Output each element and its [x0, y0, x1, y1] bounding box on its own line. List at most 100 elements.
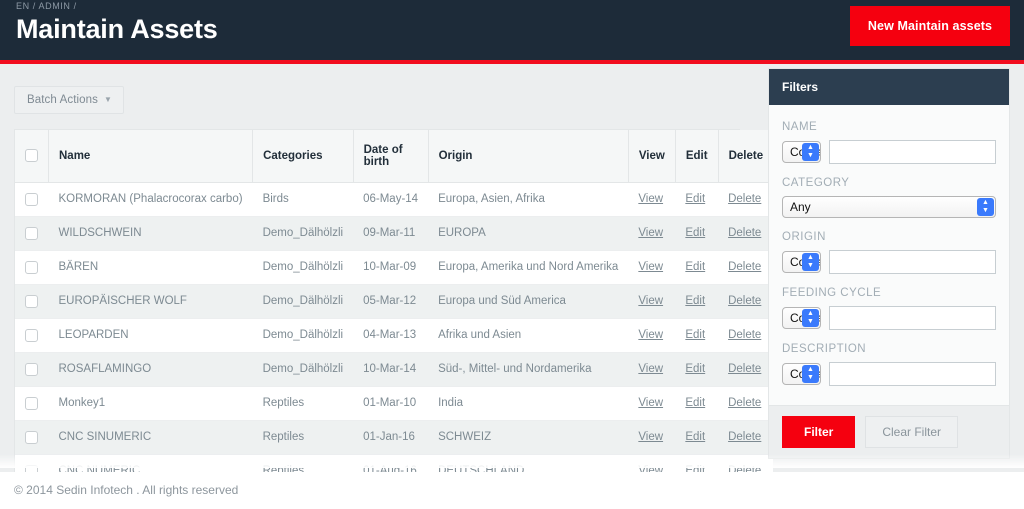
view-link[interactable]: View [638, 261, 663, 273]
delete-link[interactable]: Delete [728, 397, 761, 409]
filter-value-input-feeding-cycle[interactable] [829, 306, 996, 330]
view-link[interactable]: View [638, 329, 663, 341]
cell-edit: Edit [675, 250, 719, 285]
delete-link[interactable]: Delete [728, 329, 761, 341]
delete-link[interactable]: Delete [728, 261, 761, 273]
column-date-of-birth[interactable]: Date of birth [353, 130, 429, 183]
row-checkbox[interactable] [25, 328, 38, 342]
delete-link[interactable]: Delete [728, 431, 761, 443]
row-checkbox[interactable] [25, 430, 38, 444]
table-row: KORMORAN (Phalacrocorax carbo) Birds 06-Ma… [15, 182, 774, 217]
column-view: View [628, 130, 676, 183]
row-checkbox[interactable] [25, 362, 38, 376]
row-checkbox[interactable] [25, 294, 38, 308]
filters-panel: Filters NAME Contains▲▼ CATEGORY Any▲▼ ORIGI… [768, 68, 1010, 459]
edit-link[interactable]: Edit [685, 295, 705, 307]
view-link[interactable]: View [638, 295, 663, 307]
page-header: EN / ADMIN / Maintain Assets New Maintai… [0, 0, 1024, 64]
delete-link[interactable]: Delete [728, 295, 761, 307]
cell-delete: Delete [718, 250, 774, 285]
filters-body: NAME Contains▲▼ CATEGORY Any▲▼ ORIGIN Contain… [769, 105, 1009, 405]
column-select-all [15, 130, 49, 183]
view-link[interactable]: View [638, 227, 663, 239]
table-row: LEOPARDEN Demo_Dälhölzli 04-Mar-13 Afrika u… [15, 318, 774, 353]
cell-date-of-birth: 04-Mar-13 [353, 318, 429, 353]
filter-value-input-description[interactable] [829, 362, 996, 386]
cell-delete: Delete [718, 420, 774, 455]
cell-category: Demo_Dälhölzli [252, 250, 354, 285]
column-origin[interactable]: Origin [428, 130, 629, 183]
cell-edit: Edit [675, 284, 719, 319]
edit-link[interactable]: Edit [685, 397, 705, 409]
filter-value-input-origin[interactable] [829, 250, 996, 274]
view-link[interactable]: View [638, 397, 663, 409]
cell-origin: Europa, Asien, Afrika [428, 182, 629, 217]
filter-value-input-name[interactable] [829, 140, 996, 164]
table-row: EUROPÄISCHER WOLF Demo_Dälhölzli 05-Mar-12… [15, 284, 774, 319]
row-checkbox[interactable] [25, 396, 38, 410]
cell-date-of-birth: 10-Mar-14 [353, 352, 429, 387]
column-categories[interactable]: Categories [252, 130, 354, 183]
cell-category: Demo_Dälhölzli [252, 352, 354, 387]
select-all-checkbox[interactable] [25, 149, 38, 163]
filter-operator-select-origin[interactable]: Contains▲▼ [782, 251, 821, 273]
cell-name: ROSAFLAMINGO [48, 352, 253, 387]
new-maintain-assets-button[interactable]: New Maintain assets [850, 6, 1010, 46]
column-name[interactable]: Name [48, 130, 254, 183]
edit-link[interactable]: Edit [685, 363, 705, 375]
cell-view: View [628, 318, 676, 353]
page-title: Maintain Assets [16, 14, 218, 44]
row-checkbox[interactable] [25, 226, 38, 240]
cell-date-of-birth: 05-Mar-12 [353, 284, 429, 319]
filter-operator-select-description[interactable]: Contains▲▼ [782, 363, 821, 385]
cell-view: View [628, 182, 676, 217]
cell-edit: Edit [675, 216, 719, 251]
filter-label-category: CATEGORY [782, 177, 850, 189]
cell-view: View [628, 250, 676, 285]
filter-operator-select-feeding-cycle[interactable]: Contains▲▼ [782, 307, 821, 329]
delete-link[interactable]: Delete [728, 193, 761, 205]
view-link[interactable]: View [638, 363, 663, 375]
view-link[interactable]: View [638, 431, 663, 443]
table-row: ROSAFLAMINGO Demo_Dälhölzli 10-Mar-14 Süd-,… [15, 352, 774, 387]
delete-link[interactable]: Delete [728, 363, 761, 375]
filters-title: Filters [769, 69, 1009, 105]
edit-link[interactable]: Edit [685, 227, 705, 239]
chevron-down-icon: ▼ [103, 95, 113, 105]
cell-edit: Edit [675, 182, 719, 217]
filter-row-name: Contains▲▼ [782, 140, 996, 164]
main-content: Batch Actions ▼ Name Categories Date of b… [0, 64, 1024, 505]
filter-operator-select-category[interactable]: Any ▲ ▼ [782, 196, 996, 218]
row-checkbox[interactable] [25, 192, 38, 206]
apply-filter-button[interactable]: Filter [782, 416, 856, 448]
cell-delete: Delete [718, 216, 774, 251]
row-checkbox-cell [15, 352, 49, 387]
batch-actions-label: Batch Actions [27, 94, 98, 106]
edit-link[interactable]: Edit [685, 193, 705, 205]
cell-name: BÄREN [48, 250, 253, 285]
delete-link[interactable]: Delete [728, 227, 761, 239]
filters-actions: Filter Clear Filter [769, 405, 1009, 458]
stepper-arrows-icon: ▲ ▼ [802, 253, 819, 271]
cell-name: EUROPÄISCHER WOLF [48, 284, 253, 319]
view-link[interactable]: View [638, 193, 663, 205]
breadcrumb[interactable]: EN / ADMIN / [16, 1, 77, 11]
table-row: Monkey1 Reptiles 01-Mar-10 India View Edit Del… [15, 386, 774, 421]
row-checkbox-cell [15, 284, 49, 319]
copyright-text: © 2014 Sedin Infotech . All rights reser… [14, 483, 239, 497]
edit-link[interactable]: Edit [685, 261, 705, 273]
filter-operator-select-name[interactable]: Contains▲▼ [782, 141, 821, 163]
cell-origin: Süd-, Mittel- und Nordamerika [428, 352, 629, 387]
edit-link[interactable]: Edit [685, 431, 705, 443]
cell-origin: SCHWEIZ [428, 420, 629, 455]
row-checkbox-cell [15, 420, 49, 455]
filter-label-name: NAME [782, 121, 818, 133]
cell-date-of-birth: 10-Mar-09 [353, 250, 429, 285]
batch-actions-button[interactable]: Batch Actions ▼ [14, 86, 125, 114]
edit-link[interactable]: Edit [685, 329, 705, 341]
cell-edit: Edit [675, 318, 719, 353]
cell-name: KORMORAN (Phalacrocorax carbo) [48, 182, 253, 217]
clear-filter-button[interactable]: Clear Filter [865, 416, 959, 448]
row-checkbox[interactable] [25, 260, 38, 274]
filter-row-feeding-cycle: Contains▲▼ [782, 306, 996, 330]
